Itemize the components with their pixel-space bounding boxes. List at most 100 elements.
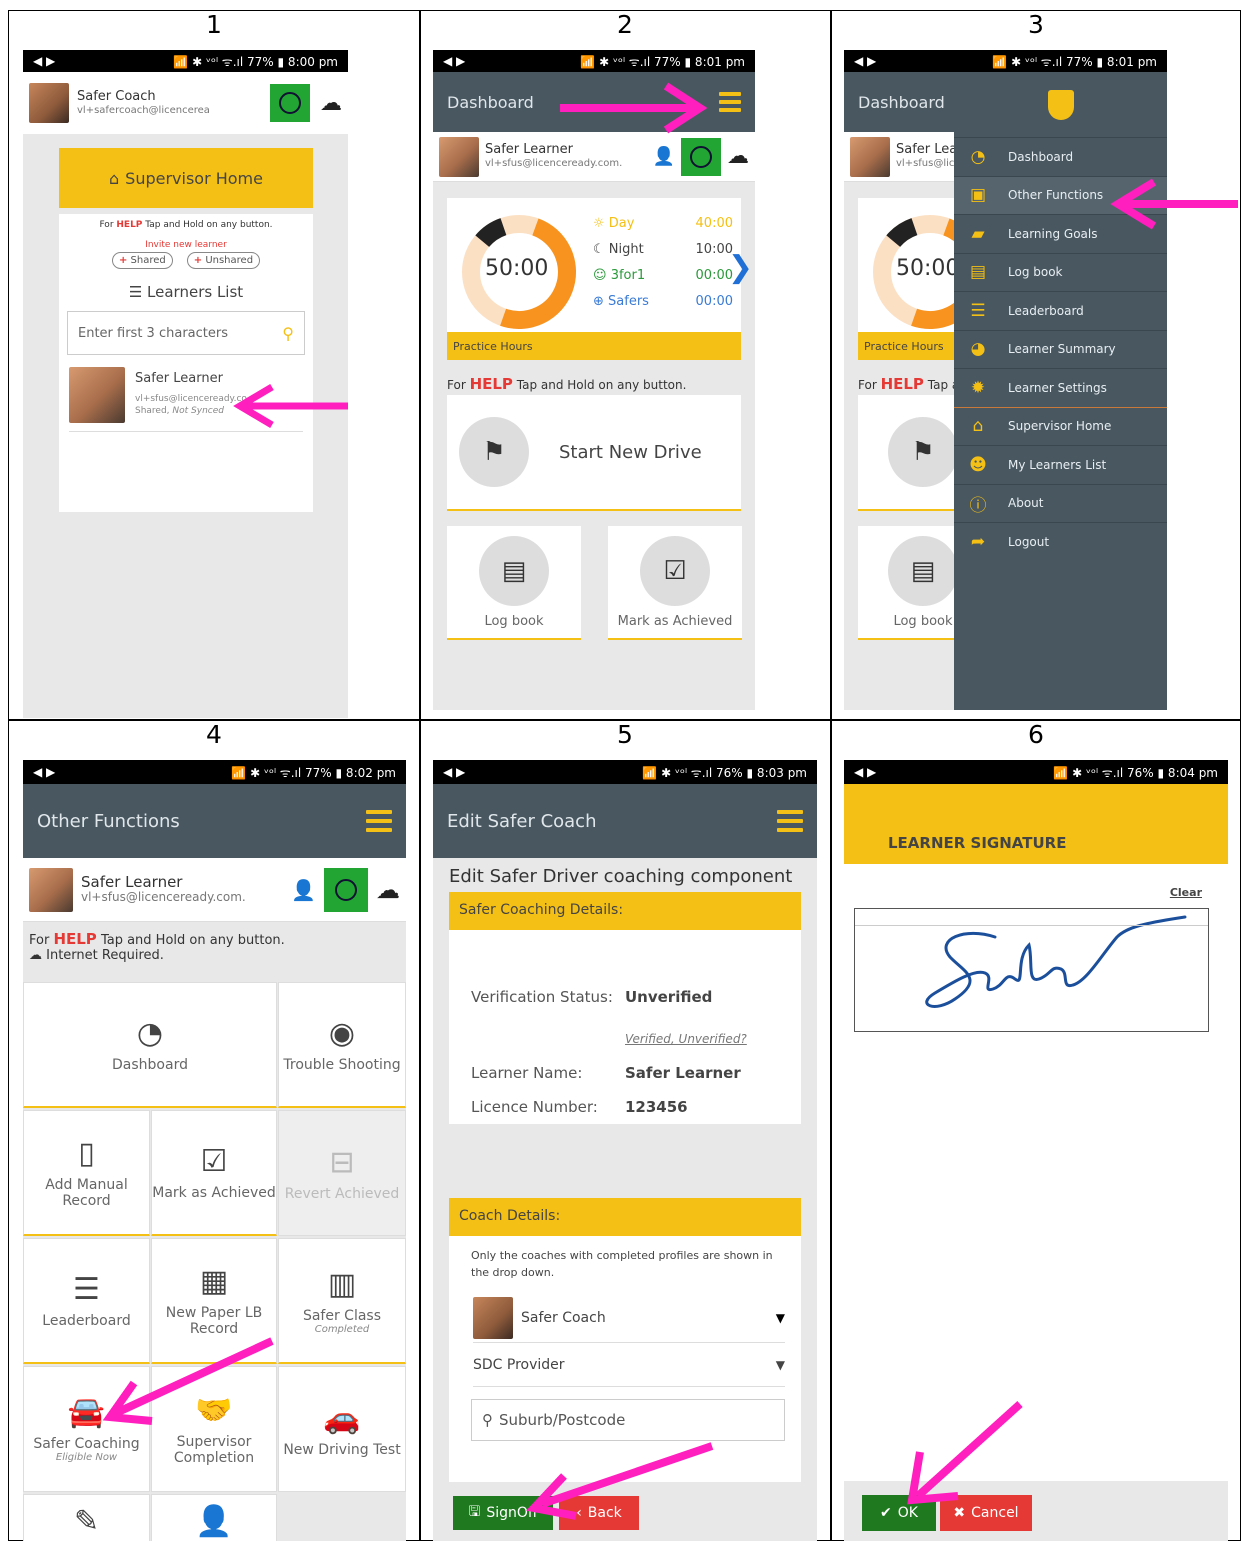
signature-pad[interactable] — [854, 908, 1209, 1032]
person-icon: 👤 — [195, 1503, 233, 1539]
practice-hours-card[interactable]: 50:00 ☼ Day 40:00 ☾ Night 10:00 ☺ 3for1 00:… — [447, 198, 753, 360]
tile-new-driving-test[interactable]: 🚗 New Driving Test — [278, 1366, 406, 1492]
tile-leaderboard[interactable]: ☰ Leaderboard — [23, 1238, 150, 1364]
step-number: 5 — [617, 720, 633, 749]
logbook-button[interactable]: ▤ Log book — [447, 526, 581, 640]
caret-down-icon: ▼ — [775, 1357, 785, 1372]
learner-bar: Safer Learner vl+sfus@licenceready.com. 👤… — [23, 858, 406, 922]
minus-box-icon: ⊟ — [329, 1144, 355, 1180]
back-icon: ‹ — [576, 1505, 582, 1521]
status-bar: ◀ ▶ 📶 ✱ ᵛᵒˡ ᯤ.ıl 77% ▮ 8:01 pm — [433, 50, 755, 72]
suburb-input[interactable]: ⚲ Suburb/Postcode — [471, 1399, 785, 1441]
phone-screen-4: ◀ ▶ 📶 ✱ ᵛᵒˡ ᯤ.ıl 77% ▮ 8:02 pm Other Func… — [23, 760, 406, 1541]
list-icon: ☰ — [128, 283, 143, 301]
coach-email: vl+safercoach@licencerea — [77, 104, 210, 116]
start-new-drive-button[interactable]: ⚑ Start New Drive — [447, 395, 741, 511]
classroom-icon: ▥ — [327, 1266, 357, 1302]
app-header: Dashboard — [433, 72, 755, 132]
provider-select[interactable]: SDC Provider ▼ — [473, 1343, 785, 1387]
person-icon[interactable]: 👤 — [291, 878, 316, 902]
gauge-icon: ◔ — [970, 146, 986, 167]
page-title: Dashboard — [447, 92, 534, 112]
invite-shared-button[interactable]: + Shared — [111, 252, 173, 269]
search-icon: ⚲ — [482, 1411, 493, 1429]
gauge-icon: ◔ — [136, 1016, 164, 1051]
tile-new-paper-lb-record[interactable]: ▦ New Paper LB Record — [151, 1238, 277, 1364]
flag-icon: ⚑ — [888, 417, 958, 487]
tile-supervisor-completion[interactable]: 🤝 Supervisor Completion — [151, 1366, 277, 1492]
cancel-button[interactable]: ✖ Cancel — [940, 1495, 1032, 1531]
coach-select[interactable]: Safer Coach ▼ — [473, 1293, 785, 1343]
signoff-button[interactable]: 🖫 SignOff — [453, 1496, 553, 1530]
person-icon[interactable]: 👤 — [653, 146, 675, 167]
hamburger-menu-icon[interactable] — [719, 92, 741, 112]
search-icon: ⚲ — [282, 323, 294, 343]
target-icon: ◉ — [328, 1016, 356, 1051]
home-icon: ⌂ — [109, 168, 120, 188]
phone-screen-1: ◀ ▶ 📶 ✱ ᵛᵒˡ ᯤ.ıl 77% ▮ 8:00 pm Safer Coa… — [23, 50, 348, 718]
back-button[interactable]: ‹ Back — [559, 1496, 639, 1530]
tile-trouble-shooting[interactable]: ◉ Trouble Shooting — [278, 982, 406, 1108]
step-number: 3 — [1028, 10, 1044, 39]
tile-safer-coaching[interactable]: 🚘 Safer Coaching Eligible Now — [23, 1366, 150, 1492]
step-number: 2 — [617, 10, 633, 39]
menu-item-learner-summary[interactable]: ◕ Learner Summary — [954, 331, 1167, 369]
notebook-icon: ▦ — [199, 1264, 229, 1299]
menu-item-log-book[interactable]: ▤ Log book — [954, 254, 1167, 292]
avatar — [850, 136, 890, 177]
sync-status-button[interactable] — [681, 137, 721, 176]
coach-details-card: Coach Details: Only the coaches with com… — [449, 1198, 801, 1482]
hours-row: ☺ 3for1 00:00 — [593, 268, 733, 283]
handshake-icon: 🤝 — [195, 1392, 233, 1428]
sync-status-button[interactable] — [324, 867, 368, 912]
chevron-right-icon[interactable]: ❯ — [728, 250, 753, 285]
hamburger-menu-icon[interactable] — [366, 810, 392, 832]
coach-bar: Safer Coach vl+safercoach@licencerea ☁ — [23, 72, 348, 134]
status-bar: ◀ ▶ 📶 ✱ ᵛᵒˡ ᯤ.ıl 77% ▮ 8:01 pm — [844, 50, 1167, 72]
help-text: For HELP Tap a — [858, 375, 960, 393]
tile-revert-achieved[interactable]: ⊟ Revert Achieved — [278, 1110, 406, 1236]
menu-item-about[interactable]: ⓘ About — [954, 485, 1167, 523]
clear-link[interactable]: Clear — [1170, 886, 1202, 899]
menu-item-learner-settings[interactable]: ✹ Learner Settings — [954, 369, 1167, 408]
cloud-sync-icon[interactable]: ☁ — [320, 91, 342, 116]
menu-item-dashboard[interactable]: ◔ Dashboard — [954, 138, 1167, 177]
sync-status-button[interactable] — [270, 84, 310, 122]
step-number: 6 — [1028, 720, 1044, 749]
caret-down-icon: ▼ — [775, 1310, 785, 1325]
tile-add-manual-record[interactable]: ▯ Add Manual Record — [23, 1110, 150, 1236]
flag-icon: ⚑ — [459, 417, 529, 487]
avatar — [69, 367, 125, 423]
pie-chart-icon: ◕ — [970, 339, 986, 360]
mark-achieved-button[interactable]: ☑ Mark as Achieved — [608, 526, 742, 640]
help-text: For HELP Tap and Hold on any button. ☁ I… — [29, 930, 285, 963]
side-menu: ◔ Dashboard ▣ Other Functions ▰ Learning Go… — [954, 72, 1167, 710]
car-check-icon: 🚗 — [323, 1400, 361, 1436]
ok-button[interactable]: ✔ OK — [862, 1495, 936, 1531]
verified-link[interactable]: Verified, Unverified? — [625, 1032, 747, 1046]
learner-list-item[interactable]: Safer Learner vl+sfus@licenceready.co Sh… — [69, 367, 303, 432]
tile-mark-as-achieved[interactable]: ☑ Mark as Achieved — [151, 1110, 277, 1236]
supervisor-home-button[interactable]: ⌂ Supervisor Home — [59, 148, 313, 208]
cloud-sync-icon[interactable]: ☁ — [376, 876, 400, 904]
tile-safer-class[interactable]: ▥ Safer Class Completed — [278, 1238, 406, 1364]
tile-edit[interactable]: ✎ — [23, 1494, 150, 1541]
menu-item-learning-goals[interactable]: ▰ Learning Goals — [954, 215, 1167, 254]
menu-item-leaderboard[interactable]: ☰ Leaderboard — [954, 292, 1167, 331]
menu-item-my-learners-list[interactable]: ☻ My Learners List — [954, 446, 1167, 485]
users-icon: ☻ — [969, 454, 987, 475]
signature-title: LEARNER SIGNATURE — [844, 784, 1228, 864]
tile-dashboard[interactable]: ◔ Dashboard — [23, 982, 277, 1108]
hamburger-menu-icon[interactable] — [777, 810, 803, 832]
tile-profile[interactable]: 👤 — [151, 1494, 277, 1541]
help-text: For HELP Tap and Hold on any button. — [447, 375, 687, 393]
coaching-details-card: Safer Coaching Details: Verification Sta… — [449, 892, 801, 1124]
menu-item-supervisor-home[interactable]: ⌂ Supervisor Home — [954, 408, 1167, 446]
page-heading: Edit Safer Driver coaching component — [449, 866, 793, 887]
menu-item-other-functions[interactable]: ▣ Other Functions — [954, 176, 1167, 215]
learner-search-input[interactable]: Enter first 3 characters ⚲ — [67, 311, 305, 355]
learners-list-heading: ☰ Learners List — [128, 283, 244, 301]
menu-item-logout[interactable]: ➦ Logout — [954, 523, 1167, 562]
cloud-sync-icon[interactable]: ☁ — [727, 144, 749, 169]
invite-unshared-button[interactable]: + Unshared — [186, 252, 261, 269]
